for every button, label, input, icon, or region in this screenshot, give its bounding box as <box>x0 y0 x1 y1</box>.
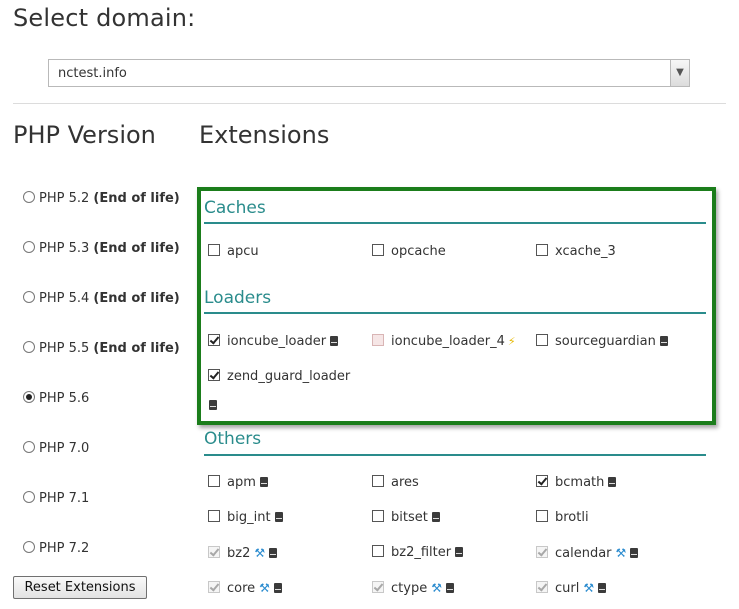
php-version-option[interactable]: PHP 7.2 <box>23 540 89 558</box>
checkbox-disabled-checked <box>208 581 220 593</box>
section-divider <box>204 454 706 456</box>
checkbox[interactable] <box>372 545 384 557</box>
php-version-heading: PHP Version <box>13 121 156 149</box>
php-version-option[interactable]: PHP 5.3 (End of life) <box>23 240 180 258</box>
extension-ctype[interactable]: ctype ⚒ <box>372 579 454 597</box>
doc-icon[interactable] <box>659 336 668 346</box>
doc-icon[interactable] <box>630 548 639 558</box>
extension-ares[interactable]: ares <box>372 474 419 492</box>
extension-curl[interactable]: curl ⚒ <box>536 579 607 597</box>
radio-button[interactable] <box>23 341 35 353</box>
page-title: Select domain: <box>13 4 196 32</box>
domain-select[interactable]: nctest.info ▼ <box>48 59 690 87</box>
checkbox[interactable] <box>208 475 220 487</box>
checkbox-checked[interactable] <box>208 334 220 346</box>
section-divider <box>204 312 706 314</box>
checkbox-checked[interactable] <box>536 475 548 487</box>
extension-apcu[interactable]: apcu <box>208 243 259 261</box>
extensions-heading: Extensions <box>199 121 330 149</box>
extension-xcache_3[interactable]: xcache_3 <box>536 243 616 261</box>
checkbox[interactable] <box>372 244 384 256</box>
doc-icon[interactable] <box>269 548 278 558</box>
extension-bcmath[interactable]: bcmath <box>536 474 617 492</box>
wrench-icon[interactable]: ⚒ <box>583 579 594 597</box>
checkbox-disabled-checked <box>208 546 220 558</box>
bolt-icon: ⚡ <box>507 335 516 348</box>
extension-calendar[interactable]: calendar ⚒ <box>536 544 639 562</box>
doc-icon[interactable] <box>445 583 454 593</box>
extension-ioncube_loader_4[interactable]: ioncube_loader_4 ⚡ <box>372 333 516 351</box>
checkbox-disabled-checked <box>536 546 548 558</box>
checkbox[interactable] <box>208 244 220 256</box>
doc-icon[interactable] <box>330 336 339 346</box>
extension-apm[interactable]: apm <box>208 474 268 492</box>
radio-button-selected[interactable] <box>23 391 35 403</box>
radio-button[interactable] <box>23 191 35 203</box>
wrench-icon[interactable]: ⚒ <box>254 544 265 562</box>
checkbox-disabled-checked <box>536 581 548 593</box>
extension-bz2_filter[interactable]: bz2_filter <box>372 544 464 562</box>
extension-ioncube_loader[interactable]: ioncube_loader <box>208 333 339 351</box>
doc-icon[interactable] <box>273 583 282 593</box>
doc-icon[interactable] <box>455 547 464 557</box>
php-version-option[interactable]: PHP 5.4 (End of life) <box>23 290 180 308</box>
checkbox[interactable] <box>536 334 548 346</box>
domain-select-value: nctest.info <box>58 66 127 81</box>
php-version-option[interactable]: PHP 7.0 <box>23 440 89 458</box>
checkbox[interactable] <box>536 244 548 256</box>
extension-sourceguardian[interactable]: sourceguardian <box>536 333 668 351</box>
extension-zend_guard_loader[interactable]: zend_guard_loader <box>208 368 350 386</box>
section-title-loaders: Loaders <box>204 288 272 308</box>
doc-icon[interactable] <box>431 512 440 522</box>
doc-icon[interactable] <box>608 477 617 487</box>
radio-button[interactable] <box>23 241 35 253</box>
chevron-down-icon[interactable]: ▼ <box>670 60 689 86</box>
checkbox[interactable] <box>536 510 548 522</box>
radio-button[interactable] <box>23 441 35 453</box>
doc-icon[interactable] <box>598 583 607 593</box>
wrench-icon[interactable]: ⚒ <box>431 579 442 597</box>
doc-icon[interactable] <box>209 400 217 410</box>
checkbox[interactable] <box>372 510 384 522</box>
checkbox[interactable] <box>372 475 384 487</box>
doc-icon[interactable] <box>274 512 283 522</box>
checkbox-checked[interactable] <box>208 369 220 381</box>
extension-bitset[interactable]: bitset <box>372 509 440 527</box>
doc-icon[interactable] <box>259 477 268 487</box>
radio-button[interactable] <box>23 491 35 503</box>
wrench-icon[interactable]: ⚒ <box>616 544 627 562</box>
section-title-caches: Caches <box>204 198 266 218</box>
php-version-option[interactable]: PHP 5.6 <box>23 390 89 408</box>
extension-core[interactable]: core ⚒ <box>208 579 282 597</box>
php-version-option[interactable]: PHP 5.5 (End of life) <box>23 340 180 358</box>
php-version-option[interactable]: PHP 5.2 (End of life) <box>23 190 180 208</box>
extension-big_int[interactable]: big_int <box>208 509 283 527</box>
checkbox-disabled-checked <box>372 581 384 593</box>
divider <box>13 103 726 104</box>
checkbox[interactable] <box>208 510 220 522</box>
reset-extensions-button[interactable]: Reset Extensions <box>13 576 147 599</box>
radio-button[interactable] <box>23 291 35 303</box>
extension-brotli[interactable]: brotli <box>536 509 589 527</box>
extension-opcache[interactable]: opcache <box>372 243 446 261</box>
wrench-icon[interactable]: ⚒ <box>259 579 270 597</box>
extension-bz2[interactable]: bz2 ⚒ <box>208 544 278 562</box>
checkbox-conflict[interactable] <box>372 334 384 346</box>
section-title-others: Others <box>204 429 262 449</box>
php-version-option[interactable]: PHP 7.1 <box>23 490 89 508</box>
section-divider <box>204 222 706 224</box>
radio-button[interactable] <box>23 541 35 553</box>
